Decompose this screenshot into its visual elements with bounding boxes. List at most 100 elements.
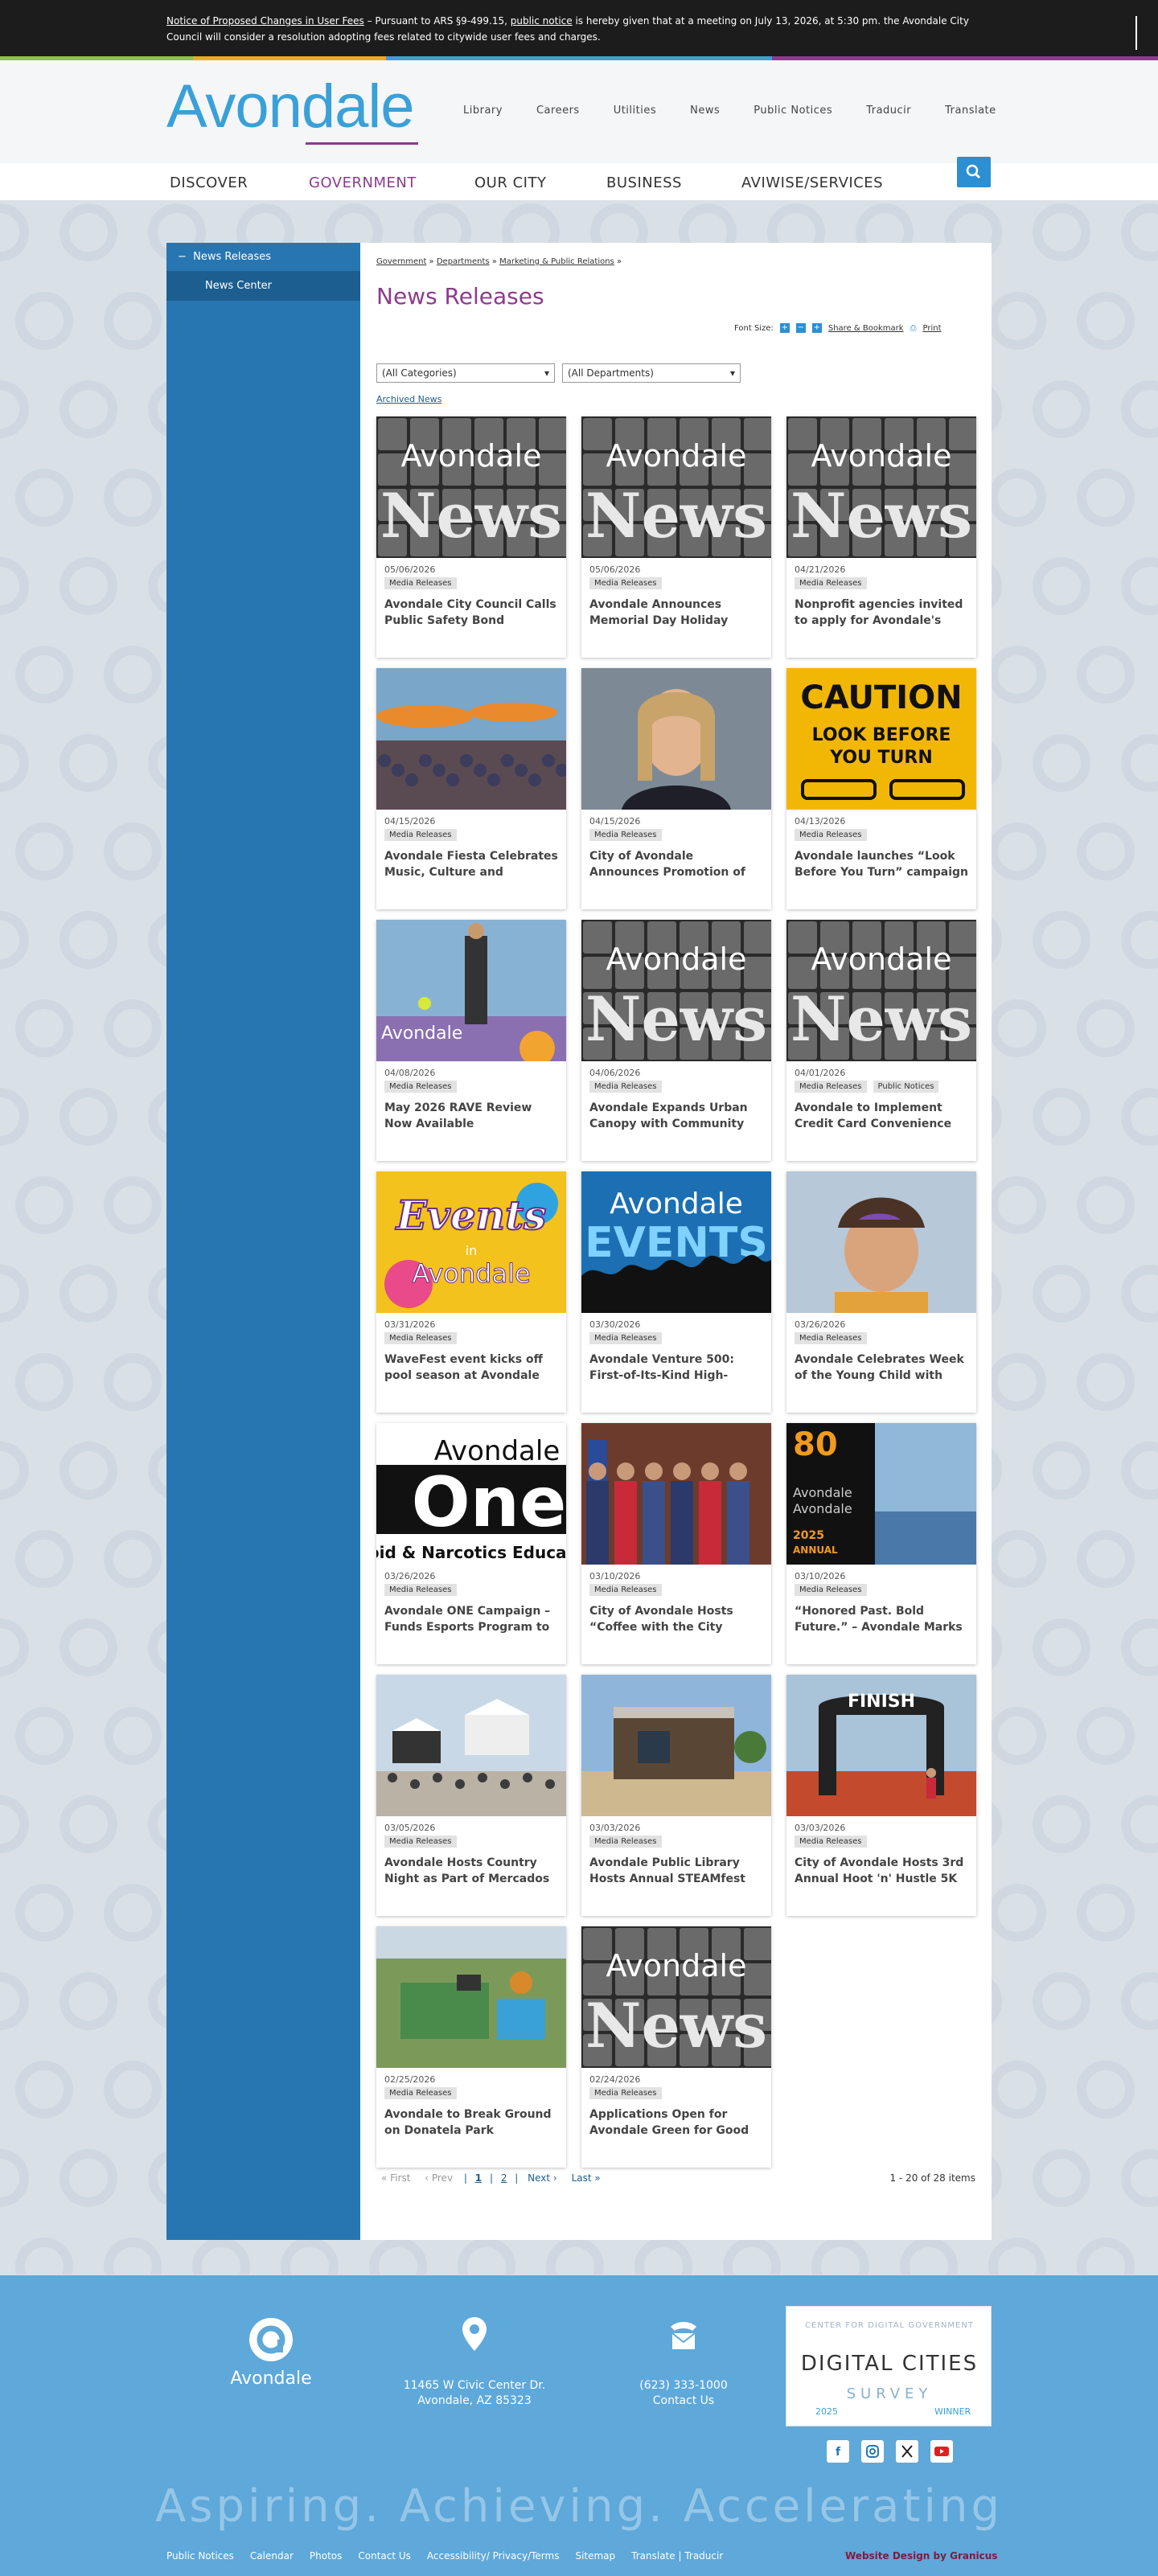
news-card[interactable]: 03/03/2026 Media Releases Avondale Publi… — [581, 1675, 771, 1916]
news-title[interactable]: WaveFest event kicks off pool season at … — [384, 1352, 558, 1384]
x-icon[interactable] — [896, 2440, 918, 2463]
top-link-translate[interactable]: Translate — [945, 105, 996, 117]
category-tag[interactable]: Media Releases — [795, 1836, 867, 1848]
category-tag[interactable]: Media Releases — [589, 2087, 662, 2099]
news-title[interactable]: Avondale to Implement Credit Card Conven… — [795, 1100, 968, 1132]
news-card[interactable]: Avondale News 02/24/2026 Media Releases … — [581, 1926, 771, 2168]
sidebar-item-news-releases[interactable]: − News Releases — [166, 243, 360, 272]
close-icon[interactable] — [1135, 16, 1137, 50]
news-card[interactable]: Avondale News 05/06/2026 Media Releases … — [581, 416, 771, 658]
news-title[interactable]: Avondale ONE Campaign – Funds Esports Pr… — [384, 1603, 558, 1635]
news-image[interactable]: CAUTION LOOK BEFORE YOU TURN — [786, 668, 976, 810]
news-title[interactable]: City of Avondale Hosts “Coffee with the … — [589, 1603, 763, 1635]
category-tag[interactable]: Public Notices — [873, 1081, 939, 1093]
news-card[interactable]: 03/05/2026 Media Releases Avondale Hosts… — [376, 1675, 566, 1916]
news-image[interactable]: Avondale News — [376, 416, 566, 558]
footer-link-calendar[interactable]: Calendar — [250, 2550, 294, 2562]
breadcrumb-marketing[interactable]: Marketing & Public Relations — [499, 257, 614, 266]
search-button[interactable] — [957, 157, 991, 187]
nav-business[interactable]: BUSINESS — [606, 174, 682, 191]
news-image[interactable]: Avondale News — [581, 1926, 771, 2068]
news-card[interactable]: Avondale News 04/06/2026 Media Releases … — [581, 920, 771, 1161]
category-select[interactable]: (All Categories) — [376, 363, 555, 383]
news-title[interactable]: Avondale to Break Ground on Donatela Par… — [384, 2106, 558, 2139]
nav-discover[interactable]: DISCOVER — [170, 174, 248, 191]
news-image[interactable] — [581, 1675, 771, 1816]
public-notice-link[interactable]: public notice — [511, 15, 573, 27]
phone-number[interactable]: (623) 333-1000 — [619, 2378, 748, 2393]
category-tag[interactable]: Media Releases — [589, 577, 662, 589]
news-title[interactable]: “Honored Past. Bold Future.” – Avondale … — [795, 1603, 968, 1635]
news-image[interactable]: Avondale News — [581, 920, 771, 1061]
news-image[interactable] — [376, 1675, 566, 1816]
category-tag[interactable]: Media Releases — [589, 1332, 662, 1344]
news-title[interactable]: Avondale City Council Calls Public Safet… — [384, 597, 558, 629]
increase-font-icon[interactable]: + — [779, 323, 790, 333]
category-tag[interactable]: Media Releases — [384, 829, 457, 841]
footer-link-photos[interactable]: Photos — [310, 2550, 342, 2562]
category-tag[interactable]: Media Releases — [589, 1836, 662, 1848]
top-link-careers[interactable]: Careers — [536, 105, 580, 117]
news-card[interactable]: Avondale One oid & Narcotics Educat 03/26/… — [376, 1423, 566, 1664]
sidebar-item-news-center[interactable]: News Center — [166, 272, 360, 301]
news-image[interactable] — [581, 668, 771, 810]
category-tag[interactable]: Media Releases — [384, 577, 457, 589]
category-tag[interactable]: Media Releases — [384, 1836, 457, 1848]
archived-news-link[interactable]: Archived News — [376, 394, 441, 404]
footer-link-public-notices[interactable]: Public Notices — [166, 2550, 234, 2562]
news-image[interactable] — [581, 1423, 771, 1565]
news-title[interactable]: City of Avondale Hosts 3rd Annual Hoot '… — [795, 1855, 968, 1887]
news-image[interactable]: Avondale News — [786, 920, 976, 1061]
news-image[interactable] — [376, 1926, 566, 2068]
pager-next[interactable]: Next › — [528, 2172, 557, 2184]
department-select[interactable]: (All Departments) — [562, 363, 741, 383]
alert-link[interactable]: Notice of Proposed Changes in User Fees — [166, 15, 364, 27]
logo[interactable]: Avondale — [166, 72, 415, 142]
news-card[interactable]: 04/15/2026 Media Releases Avondale Fiest… — [376, 668, 566, 909]
footer-link-translate[interactable]: Translate | Traducir — [631, 2550, 723, 2562]
news-image[interactable]: Avondale One oid & Narcotics Educat — [376, 1423, 566, 1565]
category-tag[interactable]: Media Releases — [795, 577, 867, 589]
news-card[interactable]: Avondale News 04/01/2026 Media Releases P… — [786, 920, 976, 1161]
top-link-public-notices[interactable]: Public Notices — [754, 105, 832, 117]
footer-link-sitemap[interactable]: Sitemap — [575, 2550, 615, 2562]
top-link-library[interactable]: Library — [463, 105, 503, 117]
category-tag[interactable]: Media Releases — [384, 2087, 457, 2099]
decrease-font-icon[interactable]: − — [795, 323, 806, 333]
news-image[interactable] — [786, 1171, 976, 1313]
news-card[interactable]: 03/10/2026 Media Releases City of Avonda… — [581, 1423, 771, 1664]
news-title[interactable]: Avondale launches “Look Before You Turn”… — [795, 848, 968, 880]
news-image[interactable]: Avondale — [376, 920, 566, 1061]
news-title[interactable]: City of Avondale Announces Promotion of … — [589, 848, 763, 880]
news-image[interactable] — [376, 668, 566, 810]
contact-us-link[interactable]: Contact Us — [619, 2393, 748, 2409]
instagram-icon[interactable] — [861, 2440, 884, 2463]
news-card[interactable]: 04/15/2026 Media Releases City of Avonda… — [581, 668, 771, 909]
news-title[interactable]: May 2026 RAVE Review Now Available — [384, 1100, 558, 1132]
news-card[interactable]: Avondale News 04/21/2026 Media Releases … — [786, 416, 976, 658]
news-image[interactable]: Avondale News — [786, 416, 976, 558]
news-title[interactable]: Applications Open for Avondale Green for… — [589, 2106, 763, 2139]
top-link-utilities[interactable]: Utilities — [614, 105, 656, 117]
category-tag[interactable]: Media Releases — [795, 829, 867, 841]
footer-logo[interactable]: Avondale — [223, 2316, 319, 2389]
news-card[interactable]: 03/26/2026 Media Releases Avondale Celeb… — [786, 1171, 976, 1413]
news-card[interactable]: Avondale 04/08/2026 Media Releases May 2… — [376, 920, 566, 1161]
news-title[interactable]: Avondale Public Library Hosts Annual STE… — [589, 1855, 763, 1887]
news-card[interactable]: FINISH 03/03/2026 Media Releases City of… — [786, 1675, 976, 1916]
news-title[interactable]: Avondale Expands Urban Canopy with Commu… — [589, 1100, 763, 1132]
news-image[interactable]: Events in Avondale — [376, 1171, 566, 1313]
news-card[interactable]: Avondale EVENTS 03/30/2026 Media Releases… — [581, 1171, 771, 1413]
category-tag[interactable]: Media Releases — [589, 829, 662, 841]
facebook-icon[interactable]: f — [827, 2440, 849, 2463]
news-image[interactable]: Avondale EVENTS — [581, 1171, 771, 1313]
category-tag[interactable]: Media Releases — [795, 1584, 867, 1596]
news-title[interactable]: Avondale Hosts Country Night as Part of … — [384, 1855, 558, 1887]
news-title[interactable]: Avondale Announces Memorial Day Holiday — [589, 597, 763, 629]
pager-last[interactable]: Last » — [572, 2172, 601, 2184]
nav-government[interactable]: GOVERNMENT — [309, 174, 417, 191]
category-tag[interactable]: Media Releases — [384, 1081, 457, 1093]
design-credit[interactable]: Website Design by Granicus — [845, 2550, 997, 2562]
top-link-traducir[interactable]: Traducir — [866, 105, 911, 117]
breadcrumb-government[interactable]: Government — [376, 257, 426, 266]
